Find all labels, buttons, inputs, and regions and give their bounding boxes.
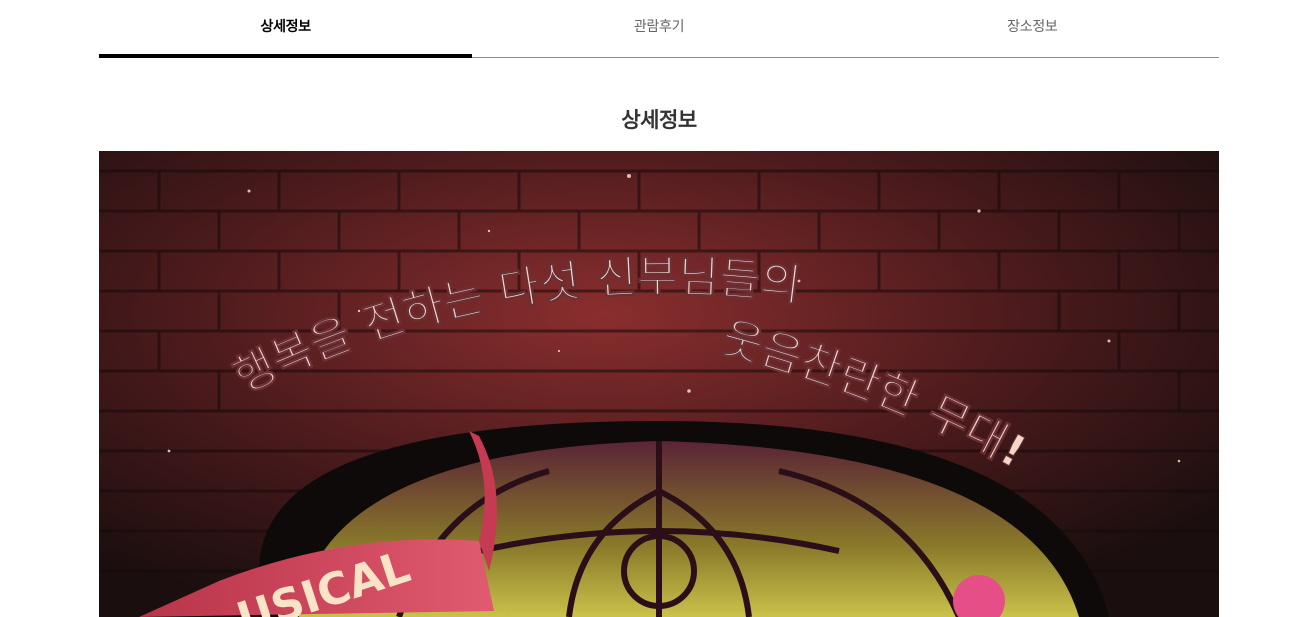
tab-detail-info-label: 상세정보	[260, 18, 312, 35]
poster-image: USICAL 행복을 전하는 다섯 신부님들의 웃음찬란한 무대!	[99, 151, 1219, 617]
tab-detail-info[interactable]: 상세정보	[99, 0, 473, 58]
tab-reviews-label: 관람후기	[633, 18, 685, 35]
section-title: 상세정보	[621, 108, 697, 132]
poster-artwork: USICAL 행복을 전하는 다섯 신부님들의 웃음찬란한 무대!	[99, 151, 1219, 617]
tab-reviews[interactable]: 관람후기	[472, 0, 845, 57]
tab-venue-info[interactable]: 장소정보	[846, 0, 1219, 57]
detail-tabs: 상세정보 관람후기 장소정보	[99, 0, 1219, 58]
tab-venue-info-label: 장소정보	[1007, 18, 1058, 35]
